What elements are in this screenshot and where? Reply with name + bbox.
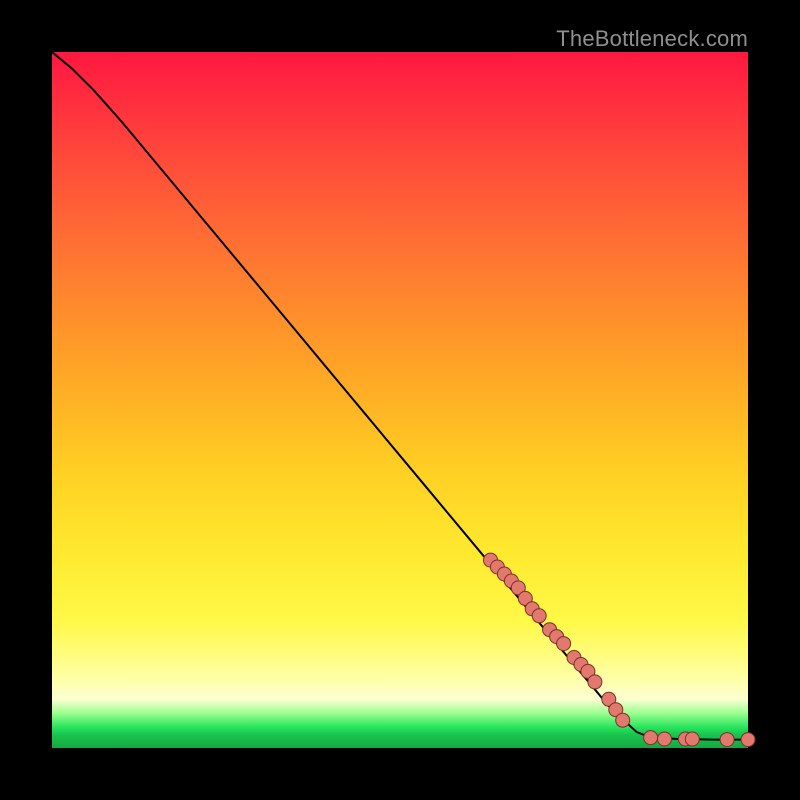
data-point <box>532 609 546 623</box>
data-point <box>557 637 571 651</box>
chart-svg <box>52 52 748 748</box>
data-point <box>616 713 630 727</box>
watermark-text: TheBottleneck.com <box>556 26 748 52</box>
data-point <box>588 675 602 689</box>
data-point <box>644 731 658 745</box>
data-point <box>741 733 755 747</box>
curve-line <box>52 52 748 740</box>
data-point <box>720 733 734 747</box>
data-point <box>685 732 699 746</box>
data-point <box>658 732 672 746</box>
chart-stage: TheBottleneck.com <box>0 0 800 800</box>
marker-group <box>484 553 756 747</box>
